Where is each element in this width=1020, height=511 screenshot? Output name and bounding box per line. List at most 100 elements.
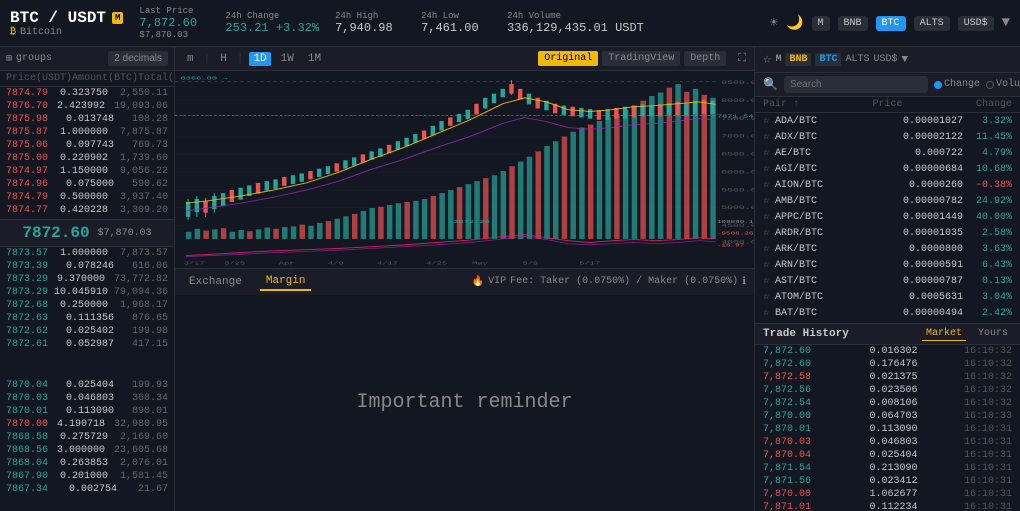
view-depth[interactable]: Depth — [684, 51, 726, 66]
tf-h[interactable]: H — [216, 52, 231, 66]
btc-filter[interactable]: BTC — [815, 53, 841, 66]
trade-history-title: Trade History — [763, 328, 849, 340]
view-tradingview[interactable]: TradingView — [602, 51, 680, 66]
last-price-value: 7,872.60 — [139, 16, 209, 30]
tag-bnb[interactable]: BNB — [838, 16, 868, 31]
list-item[interactable]: ☆ ATOM/BTC 0.0005631 3.04% — [755, 289, 1020, 305]
tf-1d[interactable]: 1D — [249, 52, 270, 66]
star-icon[interactable]: ☆ — [763, 195, 769, 207]
table-row[interactable]: 7874.960.075000590.62 — [0, 178, 174, 191]
list-item[interactable]: ☆ AMB/BTC 0.00000782 24.92% — [755, 193, 1020, 209]
table-row[interactable]: 7876.702.42399219,093.06 — [0, 100, 174, 113]
filter-dropdown-icon[interactable]: ▼ — [902, 54, 909, 66]
table-row[interactable]: 7872.630.111356876.65 — [0, 312, 174, 325]
star-icon[interactable]: ☆ — [763, 211, 769, 223]
table-row[interactable]: 7874.971.1500009,056.22 — [0, 165, 174, 178]
sun-icon[interactable]: ☀ — [770, 15, 778, 32]
fee-info-icon[interactable]: ℹ — [742, 276, 746, 288]
list-item[interactable]: ☆ AE/BTC 0.000722 4.79% — [755, 145, 1020, 161]
fullscreen-icon[interactable]: ⛶ — [738, 53, 746, 65]
table-row[interactable]: 7870.030.046803368.34 — [0, 392, 174, 405]
table-row[interactable]: 7868.580.2757292,169.60 — [0, 431, 174, 444]
table-row[interactable]: 7875.871.0000007,875.87 — [0, 126, 174, 139]
trade-price: 7,871.56 — [763, 476, 818, 487]
tab-margin[interactable]: Margin — [260, 273, 312, 291]
table-row[interactable]: 7874.790.5000003,937.40 — [0, 191, 174, 204]
list-item[interactable]: ☆ ARN/BTC 0.00000591 6.43% — [755, 257, 1020, 273]
tag-usd[interactable]: USD$ — [958, 16, 994, 31]
table-row[interactable]: 7873.2910.04591079,094.36 — [0, 286, 174, 299]
list-item[interactable]: ☆ ARDR/BTC 0.00001035 2.58% — [755, 225, 1020, 241]
m-filter[interactable]: M — [775, 54, 781, 65]
tag-alts[interactable]: ALTS — [914, 16, 950, 31]
tag-m[interactable]: M — [812, 16, 830, 31]
star-icon[interactable]: ☆ — [763, 291, 769, 303]
alts-filter[interactable]: ALTS — [845, 54, 869, 65]
change-radio[interactable]: Change — [934, 79, 980, 90]
trade-price: 7,872.54 — [763, 398, 818, 409]
table-row[interactable]: 7873.571.0000007,873.57 — [0, 247, 174, 260]
table-row[interactable]: 7870.040.025404199.93 — [0, 379, 174, 392]
table-row[interactable]: 7874.770.4202283,309.20 — [0, 204, 174, 217]
header-right: ☀ 🌙 M BNB BTC ALTS USD$ ▼ — [770, 15, 1010, 32]
table-row[interactable]: 7870.010.113090890.01 — [0, 405, 174, 418]
star-icon[interactable]: ☆ — [763, 147, 769, 159]
list-item[interactable]: ☆ AST/BTC 0.00000787 0.13% — [755, 273, 1020, 289]
table-row[interactable]: 7872.620.025402199.98 — [0, 325, 174, 338]
table-row[interactable]: 7867.340.00275421.67 — [0, 483, 174, 496]
tf-1w[interactable]: 1W — [277, 52, 298, 66]
list-item[interactable]: ☆ ADA/BTC 0.00001027 3.32% — [755, 113, 1020, 129]
star-icon[interactable]: ☆ — [763, 243, 769, 255]
last-price-block: Last Price 7,872.60 $7,870.03 — [139, 6, 209, 40]
table-row[interactable]: 7868.563.00000023,605.68 — [0, 444, 174, 457]
table-row[interactable]: 7875.060.097743769.73 — [0, 139, 174, 152]
list-item[interactable]: ☆ ARK/BTC 0.0000800 3.63% — [755, 241, 1020, 257]
ob-mid-sub: $7,870.03 — [98, 228, 152, 239]
chart-view-btns: Original TradingView Depth — [538, 51, 726, 66]
table-row[interactable]: 7873.390.078246616.06 — [0, 260, 174, 273]
dropdown-icon[interactable]: ▼ — [1002, 15, 1010, 31]
trade-amount: 0.021375 — [858, 372, 918, 383]
table-row[interactable]: 7872.610.052987417.15 — [0, 338, 174, 351]
decimals-button[interactable]: 2 decimals — [108, 51, 168, 66]
trade-amount: 0.213090 — [858, 463, 918, 474]
table-row[interactable]: 7872.680.2500001,968.17 — [0, 299, 174, 312]
col-pair[interactable]: Pair ↑ — [763, 99, 799, 110]
tf-m[interactable]: m — [183, 52, 198, 66]
star-icon[interactable]: ☆ — [763, 227, 769, 239]
list-item[interactable]: ☆ ADX/BTC 0.00002122 11.45% — [755, 129, 1020, 145]
list-item[interactable]: ☆ BAT/BTC 0.00000494 2.42% — [755, 305, 1020, 321]
list-item[interactable]: ☆ AGI/BTC 0.00000684 10.68% — [755, 161, 1020, 177]
star-icon[interactable]: ☆ — [763, 131, 769, 143]
list-item[interactable]: ☆ APPC/BTC 0.00001449 40.00% — [755, 209, 1020, 225]
trade-amount: 0.023412 — [858, 476, 918, 487]
star-icon[interactable]: ☆ — [763, 307, 769, 319]
table-row[interactable]: 7873.299.37000073,772.82 — [0, 273, 174, 286]
tf-1m[interactable]: 1M — [304, 52, 325, 66]
tag-btc[interactable]: BTC — [876, 16, 906, 31]
trade-amount: 1.062677 — [858, 489, 918, 500]
bnb-filter[interactable]: BNB — [785, 53, 811, 66]
star-filter-icon[interactable]: ☆ — [763, 51, 771, 68]
search-input[interactable] — [784, 76, 928, 93]
top-header: BTC / USDT M ₿ Bitcoin Last Price 7,872.… — [0, 0, 1020, 47]
table-row[interactable]: 7875.000.2209021,739.60 — [0, 152, 174, 165]
table-row[interactable]: 7870.004.19071832,980.95 — [0, 418, 174, 431]
star-icon[interactable]: ☆ — [763, 179, 769, 191]
view-original[interactable]: Original — [538, 51, 598, 66]
table-row[interactable]: 7868.040.2638532,076.01 — [0, 457, 174, 470]
tab-exchange[interactable]: Exchange — [183, 274, 248, 290]
table-row[interactable]: 7874.790.3237502,550.11 — [0, 87, 174, 100]
list-item[interactable]: ☆ AION/BTC 0.0000260 -0.38% — [755, 177, 1020, 193]
table-row[interactable]: 7867.900.2010001,581.45 — [0, 470, 174, 483]
star-icon[interactable]: ☆ — [763, 163, 769, 175]
moon-icon[interactable]: 🌙 — [786, 15, 803, 32]
table-row[interactable]: 7875.980.013748108.28 — [0, 113, 174, 126]
market-tab[interactable]: Market — [922, 327, 966, 341]
star-icon[interactable]: ☆ — [763, 259, 769, 271]
star-icon[interactable]: ☆ — [763, 275, 769, 287]
star-icon[interactable]: ☆ — [763, 115, 769, 127]
volume-radio[interactable]: Volume — [986, 79, 1020, 90]
yours-tab[interactable]: Yours — [974, 327, 1012, 341]
usd-filter[interactable]: USD$ — [874, 54, 898, 65]
